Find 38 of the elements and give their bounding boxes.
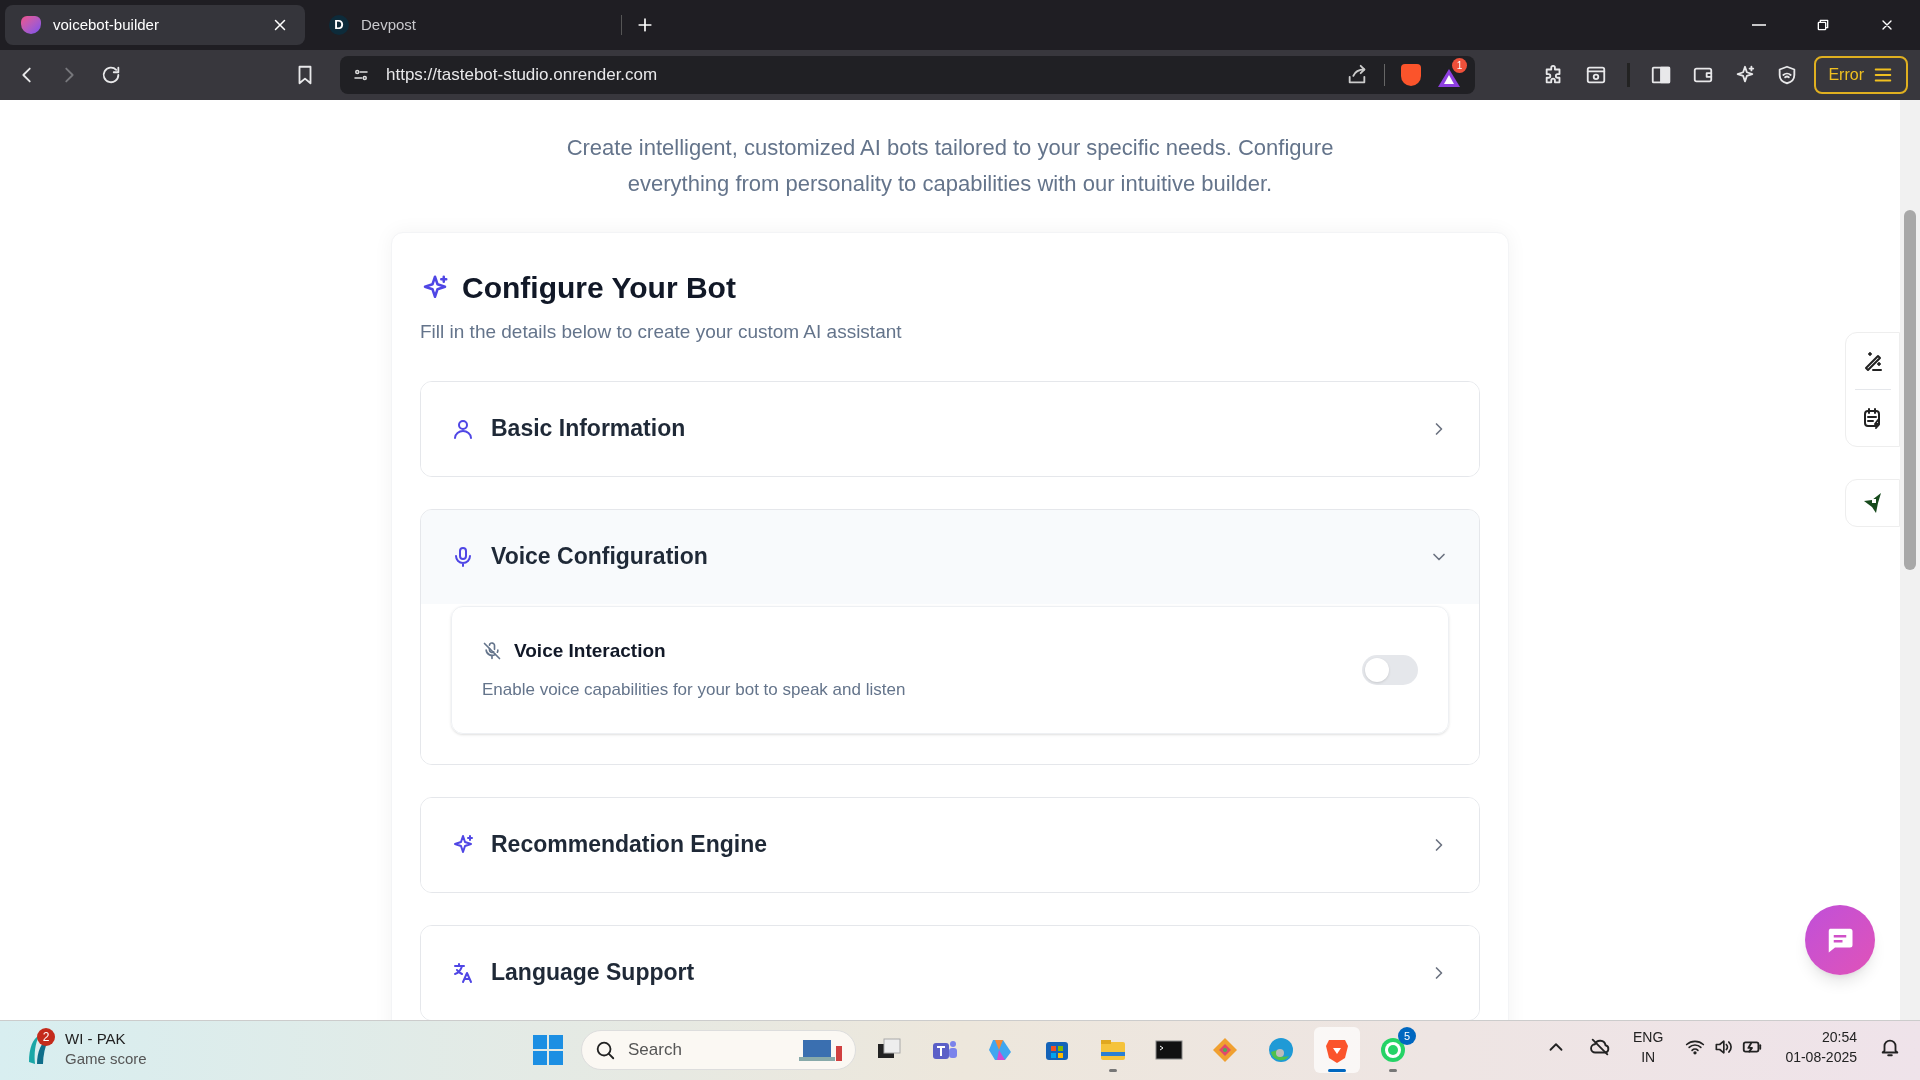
windows-icon [533, 1035, 563, 1065]
devpost-icon: D [329, 15, 349, 35]
sidebar-icon [1650, 64, 1673, 86]
setting-title: Voice Interaction [514, 638, 666, 663]
share-icon [1346, 64, 1368, 86]
search-bar[interactable]: Search [581, 1030, 856, 1070]
accordion-header[interactable]: Basic Information [421, 381, 1479, 476]
browser-tab[interactable]: voicebot-builder [5, 5, 305, 45]
search-field[interactable]: Search [628, 1037, 787, 1063]
accordion-header[interactable]: Voice Configuration [421, 509, 1479, 604]
app-icon [1267, 1036, 1295, 1064]
browser-tab[interactable]: D Devpost [313, 5, 613, 45]
minimize-icon [1752, 24, 1766, 26]
volume-icon [1713, 1037, 1734, 1057]
restore-icon [1815, 17, 1831, 33]
error-button[interactable]: Error [1814, 56, 1908, 94]
scrollbar[interactable] [1900, 100, 1920, 1020]
intro-text: Create intelligent, customized AI bots tailored to your specific needs. Configure everything from personality to capabilities with our intuitive builder. [565, 134, 1335, 198]
clock-button[interactable]: 20:54 01-08-2025 [1781, 1027, 1861, 1067]
language-button[interactable]: ENG IN [1629, 1027, 1668, 1067]
search-icon [594, 1039, 616, 1061]
widget-subtitle: Game score [65, 1049, 147, 1069]
card-subtitle: Fill in the details below to create your custom AI assistant [420, 320, 903, 344]
reload-icon [100, 64, 122, 86]
toggle-switch[interactable] [1362, 654, 1418, 685]
mic-off-icon [482, 640, 502, 661]
taskbar-app[interactable]: 5 [1370, 1027, 1416, 1073]
widget-title[interactable]: WI - PAK [65, 1029, 147, 1049]
card-title: Configure Your Bot [462, 270, 736, 306]
app-icon [1211, 1036, 1239, 1064]
onedrive-icon [1589, 1036, 1612, 1058]
languages-icon [451, 960, 475, 985]
reader-icon [1585, 64, 1608, 86]
setting-description: Enable voice capabilities for your bot to speak and listen [482, 679, 907, 701]
address-bar[interactable]: https://tastebot-studio.onrender.com 1 [340, 56, 1475, 94]
accordion-header[interactable]: Language Support [421, 925, 1479, 1020]
laptop-icon [799, 1038, 843, 1062]
accordion-header[interactable]: Recommendation Engine [421, 797, 1479, 892]
